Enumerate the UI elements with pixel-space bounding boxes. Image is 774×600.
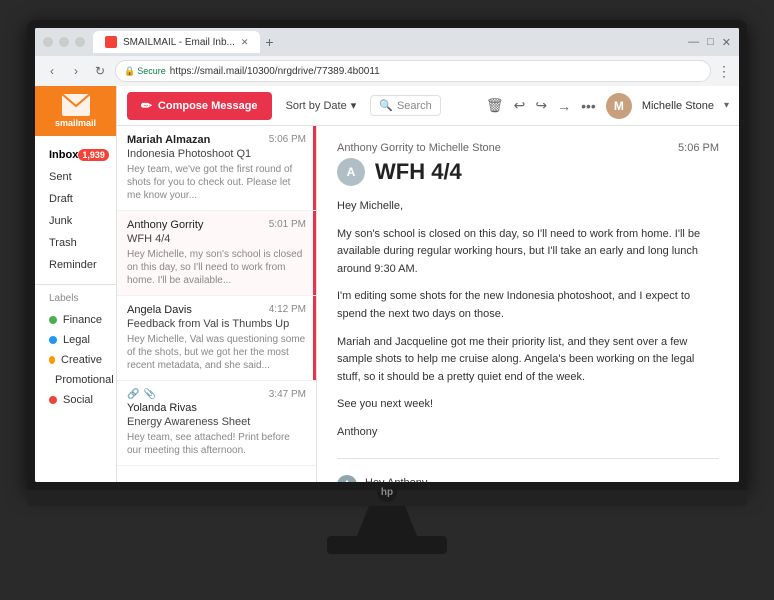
email-app: smailmail Inbox 1,939 Sent Draft — [35, 86, 739, 482]
link-icon: 📎 — [143, 389, 155, 400]
reply-header: A 📎 Hey Anthony, Family first! Make sure… — [337, 475, 719, 482]
minimize-icon[interactable]: — — [688, 36, 699, 48]
main-panel: ✏ Compose Message Sort by Date ▾ 🔍 Searc… — [117, 86, 739, 482]
user-dropdown-icon[interactable]: ▾ — [724, 100, 729, 111]
sidebar-labels: Labels Finance Legal Creative — [35, 285, 116, 418]
label-finance[interactable]: Finance — [49, 310, 102, 330]
user-name: Michelle Stone — [642, 100, 714, 112]
lock-icon: 🔒 — [124, 66, 135, 77]
attachment-icon: 🔗 — [127, 389, 139, 400]
redo-button[interactable]: ↪ — [535, 97, 547, 114]
compose-button[interactable]: ✏ Compose Message — [127, 92, 272, 120]
sidebar-nav: Inbox 1,939 Sent Draft Junk — [35, 136, 116, 285]
unread-indicator — [313, 296, 316, 380]
forward-button[interactable]: › — [67, 62, 85, 80]
sidebar: smailmail Inbox 1,939 Sent Draft — [35, 86, 117, 482]
email-reader: Anthony Gorrity to Michelle Stone 5:06 P… — [317, 126, 739, 482]
content-area: Mariah Almazan Indonesia Photoshoot Q1 H… — [117, 126, 739, 482]
social-dot — [49, 396, 57, 404]
window-maximize-btn[interactable] — [75, 37, 85, 47]
user-avatar: M — [606, 93, 632, 119]
browser-titlebar: SMAILMAIL - Email Inb... ✕ + — □ ✕ — [35, 28, 739, 56]
unread-indicator — [313, 126, 316, 210]
label-creative[interactable]: Creative — [49, 350, 102, 370]
maximize-icon[interactable]: □ — [707, 36, 714, 48]
reload-button[interactable]: ↻ — [91, 62, 109, 80]
compose-icon: ✏ — [141, 98, 152, 114]
inbox-badge: 1,939 — [78, 149, 109, 161]
email-logo-icon — [62, 94, 90, 116]
browser-controls — [43, 37, 85, 47]
sidebar-item-sent[interactable]: Sent — [35, 166, 116, 188]
sidebar-logo: smailmail — [35, 86, 116, 136]
email-list: Mariah Almazan Indonesia Photoshoot Q1 H… — [117, 126, 317, 482]
address-bar[interactable]: 🔒 Secure https://smail.mail/10300/nrgdri… — [115, 60, 711, 82]
secure-badge: 🔒 Secure — [124, 66, 166, 77]
label-promotional[interactable]: Promotional — [49, 370, 102, 390]
logo-text: smailmail — [55, 118, 96, 128]
undo-button[interactable]: ↩ — [514, 97, 526, 114]
email-item-2[interactable]: Angela Davis Feedback from Val is Thumbs… — [117, 296, 316, 381]
sidebar-item-trash[interactable]: Trash — [35, 232, 116, 254]
address-url: https://smail.mail/10300/nrgdrive/77389.… — [170, 66, 380, 77]
sender-avatar: A — [337, 158, 365, 186]
monitor-screen: SMAILMAIL - Email Inb... ✕ + — □ ✕ ‹ › ↻ — [35, 28, 739, 482]
monitor-bezel: SMAILMAIL - Email Inb... ✕ + — □ ✕ ‹ › ↻ — [27, 20, 747, 490]
sidebar-item-reminder[interactable]: Reminder — [35, 254, 116, 276]
unread-indicator — [313, 211, 316, 295]
window-close-btn[interactable] — [43, 37, 53, 47]
delete-button[interactable]: 🗑 — [486, 97, 504, 114]
email-item-0[interactable]: Mariah Almazan Indonesia Photoshoot Q1 H… — [117, 126, 316, 211]
tab-close-icon[interactable]: ✕ — [241, 37, 249, 48]
tab-favicon-icon — [105, 36, 117, 48]
monitor: SMAILMAIL - Email Inb... ✕ + — □ ✕ ‹ › ↻ — [27, 20, 747, 580]
reader-subject: A WFH 4/4 — [337, 158, 719, 186]
new-tab-button[interactable]: + — [260, 33, 278, 51]
label-legal[interactable]: Legal — [49, 330, 102, 350]
hp-logo: hp — [377, 482, 397, 502]
sort-button[interactable]: Sort by Date ▾ — [280, 95, 363, 116]
reply-avatar: A — [337, 475, 357, 482]
window-controls: — □ ✕ — [688, 36, 731, 49]
search-box[interactable]: 🔍 Search — [370, 95, 441, 116]
reader-header: Anthony Gorrity to Michelle Stone 5:06 P… — [337, 142, 719, 154]
tab-title: SMAILMAIL - Email Inb... — [123, 37, 235, 48]
legal-dot — [49, 336, 57, 344]
chevron-down-icon: ▾ — [351, 99, 357, 112]
toolbar-actions: 🗑 ↩ ↪ → ••• M Michelle Stone ▾ — [486, 93, 729, 119]
forward-button[interactable]: → — [557, 98, 571, 114]
finance-dot — [49, 316, 57, 324]
sidebar-item-draft[interactable]: Draft — [35, 188, 116, 210]
email-item-3[interactable]: 🔗 📎 Yolanda Rivas Energy Awareness Sheet… — [117, 381, 316, 466]
monitor-stand-top — [357, 506, 417, 536]
reader-from: Anthony Gorrity to Michelle Stone — [337, 142, 501, 154]
reply-section: A 📎 Hey Anthony, Family first! Make sure… — [337, 475, 719, 482]
search-icon: 🔍 — [379, 99, 393, 112]
browser-menu-button[interactable]: ⋮ — [717, 63, 731, 80]
window-minimize-btn[interactable] — [59, 37, 69, 47]
labels-title: Labels — [49, 293, 102, 304]
reader-time: 5:06 PM — [678, 142, 719, 154]
toolbar-row: ✏ Compose Message Sort by Date ▾ 🔍 Searc… — [117, 86, 739, 126]
back-button[interactable]: ‹ — [43, 62, 61, 80]
close-icon[interactable]: ✕ — [722, 36, 731, 49]
more-button[interactable]: ••• — [581, 98, 596, 114]
creative-dot — [49, 356, 55, 364]
browser-toolbar: ‹ › ↻ 🔒 Secure https://smail.mail/10300/… — [35, 56, 739, 86]
sidebar-item-inbox[interactable]: Inbox 1,939 — [35, 144, 116, 166]
monitor-stand-base — [327, 536, 447, 554]
email-item-1[interactable]: Anthony Gorrity WFH 4/4 Hey Michelle, my… — [117, 211, 316, 296]
sidebar-item-junk[interactable]: Junk — [35, 210, 116, 232]
browser-tab[interactable]: SMAILMAIL - Email Inb... ✕ — [93, 31, 260, 53]
email-divider — [337, 458, 719, 459]
email-body: Hey Michelle, My son's school is closed … — [337, 198, 719, 442]
browser-chrome: SMAILMAIL - Email Inb... ✕ + — □ ✕ ‹ › ↻ — [35, 28, 739, 86]
label-social[interactable]: Social — [49, 390, 102, 410]
